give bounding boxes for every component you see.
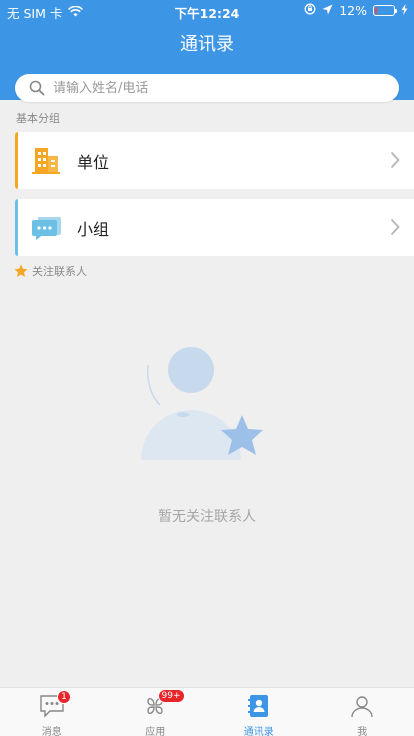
person-icon <box>351 696 373 718</box>
chevron-right-icon <box>390 151 400 169</box>
location-icon <box>322 3 333 18</box>
group-item-label: 单位 <box>77 153 110 172</box>
battery-percent: 12% <box>339 3 367 18</box>
tab-apps[interactable]: 99+ 应用 <box>104 688 208 736</box>
building-icon <box>32 148 60 174</box>
group-item-unit[interactable]: 单位 <box>15 132 414 189</box>
badge-apps: 99+ <box>157 689 185 703</box>
tab-messages[interactable]: 1 消息 <box>0 688 104 736</box>
group-item-label: 小组 <box>77 220 110 239</box>
favorites-label: 关注联系人 <box>32 265 87 278</box>
favorites-header: 关注联系人 <box>14 263 87 279</box>
star-icon <box>14 264 28 277</box>
empty-state-message: 暂无关注联系人 <box>158 509 256 525</box>
tab-bar: 1 消息 99+ 应用 通讯录 我 <box>0 687 414 736</box>
tab-contacts[interactable]: 通讯录 <box>207 688 311 736</box>
rotation-lock-icon <box>304 3 316 18</box>
search-bar[interactable] <box>15 74 399 102</box>
status-bar: 无 SIM 卡 下午12:24 12% <box>0 0 414 22</box>
empty-contacts-illustration <box>141 347 263 460</box>
tab-me[interactable]: 我 <box>311 688 414 736</box>
page-title: 通讯录 <box>180 34 234 55</box>
search-input[interactable] <box>53 78 383 98</box>
group-item-team[interactable]: 小组 <box>15 199 414 256</box>
tab-label: 我 <box>357 727 368 736</box>
section-label-basic-groups: 基本分组 <box>16 112 60 125</box>
tab-label: 应用 <box>145 727 166 736</box>
badge-messages: 1 <box>57 690 71 704</box>
charging-icon <box>401 3 408 18</box>
chevron-right-icon <box>390 218 400 236</box>
search-icon <box>29 80 45 96</box>
tab-label: 消息 <box>41 727 62 736</box>
battery-level <box>375 7 378 14</box>
accent-bar <box>15 199 18 256</box>
battery-icon <box>373 5 397 16</box>
chat-group-icon <box>32 217 61 240</box>
accent-bar <box>15 132 18 189</box>
contacts-book-icon <box>247 695 268 717</box>
tab-label: 通讯录 <box>243 727 274 736</box>
